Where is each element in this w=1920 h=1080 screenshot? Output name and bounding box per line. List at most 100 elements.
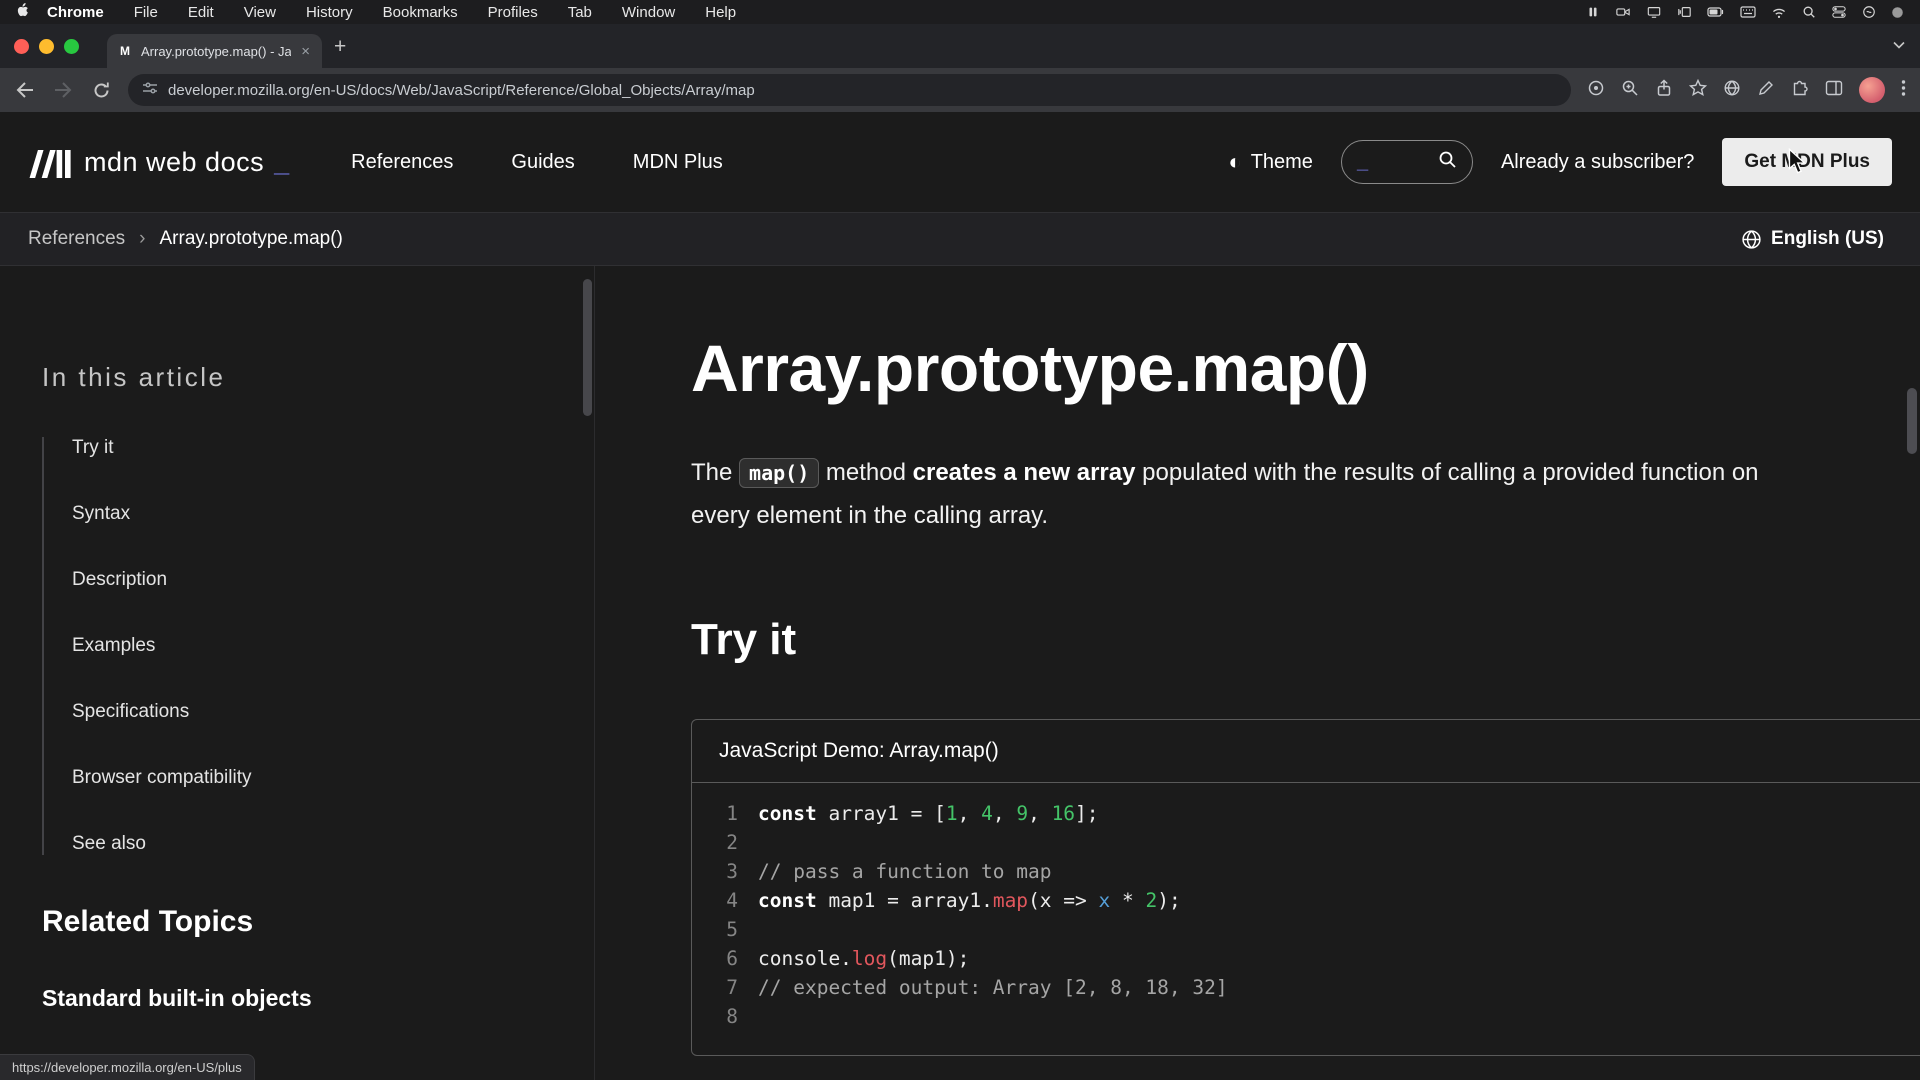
extensions-icon[interactable] [1791, 79, 1809, 102]
side-panel-icon[interactable] [1825, 80, 1843, 101]
profile-avatar[interactable] [1859, 77, 1885, 103]
mdn-logo[interactable]: mdn web docs _ [28, 147, 289, 178]
macos-menu-bar: Chrome File Edit View History Bookmarks Profil… [0, 0, 1920, 24]
code-text: const array1 = [1, 4, 9, 16]; [758, 799, 1099, 828]
page-title: Array.prototype.map() [691, 330, 1920, 406]
keyboard-icon[interactable] [1740, 6, 1756, 18]
get-mdn-plus-button[interactable]: Get MDN Plus [1722, 138, 1892, 186]
notification-center-icon[interactable] [1891, 6, 1904, 19]
nav-link-mdn-plus[interactable]: MDN Plus [633, 151, 723, 173]
share-icon[interactable] [1655, 79, 1673, 102]
toc-link-try-it[interactable]: Try it [72, 437, 114, 458]
line-number: 2 [692, 828, 738, 857]
related-topic-standard-built-in-objects[interactable]: Standard built-in objects [42, 985, 554, 1012]
battery-icon[interactable] [1707, 6, 1725, 18]
line-number: 3 [692, 857, 738, 886]
zoom-icon[interactable] [1621, 79, 1639, 102]
menu-kebab-icon[interactable] [1901, 79, 1906, 102]
link-status-bubble: https://developer.mozilla.org/en-US/plus [0, 1054, 255, 1080]
stage-manager-icon[interactable] [1677, 5, 1692, 19]
line-number: 7 [692, 973, 738, 1002]
code-text: console.log(map1); [758, 944, 969, 973]
tab-close-icon[interactable]: × [299, 44, 312, 59]
nav-link-guides[interactable]: Guides [511, 151, 574, 173]
search-input[interactable]: _ [1341, 140, 1473, 184]
toc-link-see-also[interactable]: See also [72, 833, 146, 854]
menu-item-chrome[interactable]: Chrome [47, 4, 104, 21]
related-topics-list: Standard built-in objects [42, 985, 554, 1012]
control-center-icon[interactable] [1831, 5, 1847, 19]
page-body: In this article Try it Syntax Description E… [0, 266, 1920, 1080]
screen-mirroring-icon[interactable] [1646, 5, 1662, 19]
menu-item-profiles[interactable]: Profiles [488, 4, 538, 21]
menu-item-edit[interactable]: Edit [188, 4, 214, 21]
new-tab-button[interactable]: + [334, 36, 346, 57]
theme-toggle-button[interactable]: ◐ Theme [1228, 149, 1313, 175]
bookmark-star-icon[interactable] [1689, 79, 1707, 102]
toc-link-examples[interactable]: Examples [72, 635, 155, 656]
wifi-icon[interactable] [1771, 6, 1787, 19]
window-controls [14, 39, 79, 54]
address-bar[interactable]: developer.mozilla.org/en-US/docs/Web/Jav… [128, 74, 1571, 106]
sidebar-scrollbar-thumb[interactable] [583, 279, 592, 416]
globe-icon [1741, 229, 1762, 250]
breadcrumb-parent-link[interactable]: References [28, 228, 125, 250]
theme-icon: ◐ [1228, 149, 1241, 175]
line-number: 8 [692, 1002, 738, 1031]
media-pause-icon[interactable] [1586, 5, 1600, 19]
mdn-logo-underscore: _ [274, 147, 289, 178]
menu-item-bookmarks[interactable]: Bookmarks [383, 4, 458, 21]
menubar-items: Chrome File Edit View History Bookmarks Profil… [47, 4, 736, 21]
try-it-heading: Try it [691, 615, 1920, 665]
browser-tab[interactable]: M Array.prototype.map() - JavaS × [107, 34, 322, 68]
back-button[interactable] [14, 81, 36, 99]
toc-link-browser-compatibility[interactable]: Browser compatibility [72, 767, 252, 788]
toc-item: Examples [72, 635, 554, 657]
menu-item-tab[interactable]: Tab [568, 4, 592, 21]
code-text [758, 1002, 770, 1031]
translate-icon[interactable] [1723, 79, 1741, 102]
toc-link-description[interactable]: Description [72, 569, 167, 590]
code-line: 6console.log(map1); [692, 944, 1920, 973]
spotlight-search-icon[interactable] [1802, 5, 1816, 19]
menu-item-file[interactable]: File [134, 4, 158, 21]
menu-item-history[interactable]: History [306, 4, 353, 21]
menu-item-help[interactable]: Help [705, 4, 736, 21]
language-switcher-button[interactable]: English (US) [1741, 228, 1884, 250]
toc-item: Try it [72, 437, 554, 459]
menu-item-view[interactable]: View [244, 4, 276, 21]
page-scrollbar-thumb[interactable] [1907, 388, 1917, 454]
site-info-icon[interactable] [142, 81, 158, 100]
code-editor[interactable]: 1const array1 = [1, 4, 9, 16];2 3// pass… [692, 783, 1920, 1055]
article-main: Array.prototype.map() The map() method c… [595, 266, 1920, 1080]
code-line: 8 [692, 1002, 1920, 1031]
subscriber-link[interactable]: Already a subscriber? [1501, 151, 1694, 174]
close-window-button[interactable] [14, 39, 29, 54]
reload-button[interactable] [90, 81, 112, 100]
toc-item: Browser compatibility [72, 767, 554, 789]
menu-item-window[interactable]: Window [622, 4, 675, 21]
toc-link-specifications[interactable]: Specifications [72, 701, 189, 722]
chrome-toolbar: developer.mozilla.org/en-US/docs/Web/Jav… [0, 68, 1920, 112]
nav-link-references[interactable]: References [351, 151, 453, 173]
zoom-window-button[interactable] [64, 39, 79, 54]
edit-pencil-icon[interactable] [1757, 79, 1775, 102]
toc-heading: In this article [42, 362, 554, 393]
language-label: English (US) [1771, 228, 1884, 250]
tab-search-chevron-icon[interactable] [1892, 37, 1906, 55]
siri-icon[interactable] [1862, 5, 1876, 19]
search-caret: _ [1357, 151, 1368, 174]
code-line: 5 [692, 915, 1920, 944]
code-line: 3// pass a function to map [692, 857, 1920, 886]
line-number: 5 [692, 915, 738, 944]
code-text [758, 828, 770, 857]
apple-menu-icon[interactable] [16, 2, 29, 22]
toolbar-action-icons [1587, 77, 1906, 103]
tab-title: Array.prototype.map() - JavaS [141, 44, 291, 59]
sync-circle-icon[interactable] [1587, 79, 1605, 102]
forward-button[interactable] [52, 81, 74, 99]
search-icon[interactable] [1438, 150, 1457, 174]
minimize-window-button[interactable] [39, 39, 54, 54]
video-camera-icon[interactable] [1615, 5, 1631, 19]
toc-link-syntax[interactable]: Syntax [72, 503, 130, 524]
